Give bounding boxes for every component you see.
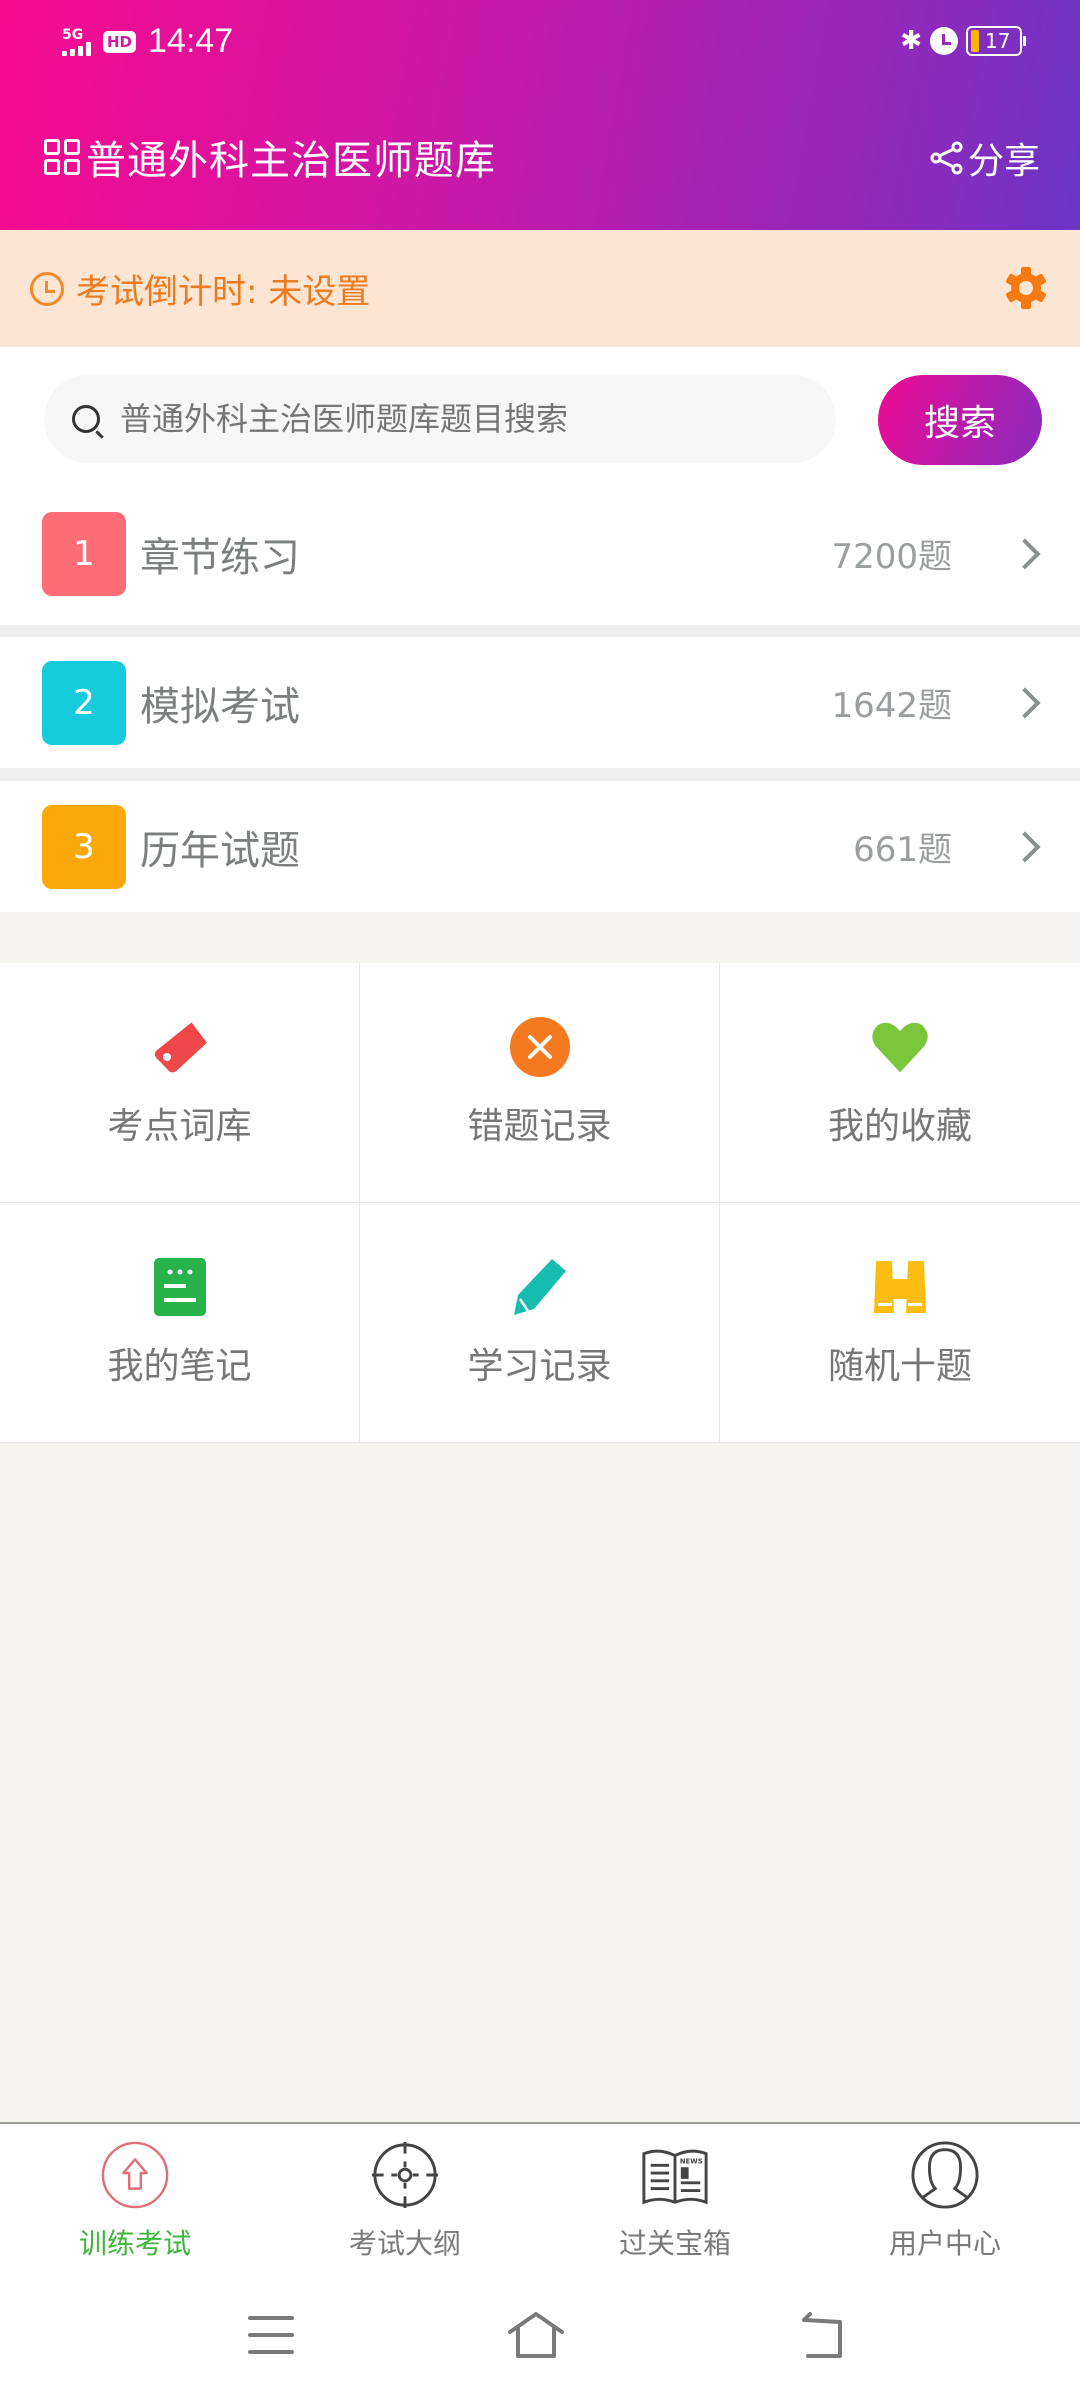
feature-label: 随机十题 — [827, 1345, 972, 1387]
chevron-right-icon — [1009, 537, 1041, 570]
question-count: 7200题 — [831, 537, 952, 577]
divider — [0, 768, 1080, 781]
divider — [0, 912, 1080, 963]
list-item-label: 模拟考试 — [140, 683, 300, 730]
feature-label: 考点词库 — [107, 1105, 252, 1147]
close-circle-icon — [509, 1016, 570, 1077]
menu-icon[interactable] — [242, 2310, 302, 2360]
feature-grid: 考点词库 错题记录 我的收藏 我的笔记 学习记录 随机十题 — [0, 963, 1080, 1443]
tab-label: 用户中心 — [888, 2227, 1001, 2260]
alarm-icon — [930, 27, 958, 55]
feature-keypoint-glossary[interactable]: 考点词库 — [0, 963, 360, 1203]
gear-icon[interactable] — [1002, 264, 1050, 312]
home-icon[interactable] — [506, 2310, 566, 2360]
chevron-right-icon — [1009, 686, 1041, 719]
system-nav-bar — [0, 2262, 1080, 2400]
back-icon[interactable] — [794, 2310, 854, 2360]
share-label: 分享 — [967, 141, 1040, 182]
list-item-chapter-practice[interactable]: 1 章节练习 7200题 — [0, 482, 1080, 625]
index-badge: 3 — [42, 804, 126, 889]
battery-level: 17 — [985, 29, 1011, 53]
pencil-icon — [510, 1257, 570, 1317]
tab-label: 考试大纲 — [348, 2227, 461, 2260]
feature-random-ten[interactable]: 随机十题 — [720, 1203, 1080, 1443]
search-input[interactable] — [120, 400, 800, 438]
share-icon — [930, 141, 963, 175]
search-section: 搜索 — [0, 347, 1080, 482]
target-icon — [371, 2141, 439, 2209]
bottom-tab-bar: 训练考试 考试大纲 NEWS 过关宝箱 用户中心 — [0, 2122, 1080, 2262]
index-badge: 2 — [42, 660, 126, 745]
app-header: 5G HD 14:47 ✱ 17 普通外科主治医师题库 分享 — [0, 0, 1080, 230]
feature-label: 我的收藏 — [827, 1105, 972, 1147]
feature-wrong-answers[interactable]: 错题记录 — [360, 963, 720, 1203]
signal-icon: 5G — [62, 28, 91, 56]
tab-pass-treasure[interactable]: NEWS 过关宝箱 — [540, 2124, 810, 2262]
feature-favorites[interactable]: 我的收藏 — [720, 963, 1080, 1203]
list-item-label: 历年试题 — [140, 827, 300, 874]
list-item-past-exams[interactable]: 3 历年试题 661题 — [0, 781, 1080, 912]
feature-label: 错题记录 — [467, 1105, 612, 1147]
news-icon: NEWS — [642, 2149, 708, 2205]
bluetooth-icon: ✱ — [900, 26, 922, 56]
network-type: 5G — [62, 26, 84, 43]
index-badge: 1 — [42, 511, 126, 596]
svg-text:NEWS: NEWS — [680, 2157, 703, 2165]
question-count: 661题 — [853, 830, 952, 870]
question-count: 1642题 — [831, 686, 952, 726]
feature-label: 学习记录 — [467, 1345, 612, 1387]
tab-user-center[interactable]: 用户中心 — [810, 2124, 1080, 2262]
binoculars-icon — [870, 1257, 930, 1317]
status-time: 14:47 — [148, 22, 234, 60]
note-icon — [150, 1257, 210, 1317]
home-icon — [101, 2141, 169, 2209]
hd-badge: HD — [103, 30, 137, 53]
search-box[interactable] — [44, 375, 836, 463]
feature-study-history[interactable]: 学习记录 — [360, 1203, 720, 1443]
heart-icon — [870, 1017, 930, 1077]
divider — [0, 625, 1080, 637]
page-title: 普通外科主治医师题库 — [86, 138, 496, 184]
list-item-mock-exam[interactable]: 2 模拟考试 1642题 — [0, 637, 1080, 768]
tab-label: 过关宝箱 — [618, 2227, 731, 2260]
countdown-text: 考试倒计时: 未设置 — [76, 272, 371, 312]
tag-icon — [150, 1017, 210, 1077]
exam-countdown-bar[interactable]: 考试倒计时: 未设置 — [0, 230, 1080, 347]
user-icon — [911, 2141, 979, 2209]
search-button[interactable]: 搜索 — [878, 375, 1042, 465]
share-button[interactable]: 分享 — [930, 132, 1040, 184]
chevron-right-icon — [1009, 830, 1041, 863]
tab-training-exam[interactable]: 训练考试 — [0, 2124, 270, 2262]
feature-label: 我的笔记 — [107, 1345, 252, 1387]
battery-icon: 17 — [966, 26, 1026, 56]
tab-label: 训练考试 — [78, 2227, 191, 2260]
search-icon — [72, 405, 100, 433]
clock-icon — [30, 271, 64, 306]
status-bar: 5G HD 14:47 ✱ 17 — [0, 18, 1080, 68]
list-item-label: 章节练习 — [140, 534, 300, 581]
feature-my-notes[interactable]: 我的笔记 — [0, 1203, 360, 1443]
grid-icon[interactable] — [44, 139, 80, 175]
tab-exam-syllabus[interactable]: 考试大纲 — [270, 2124, 540, 2262]
